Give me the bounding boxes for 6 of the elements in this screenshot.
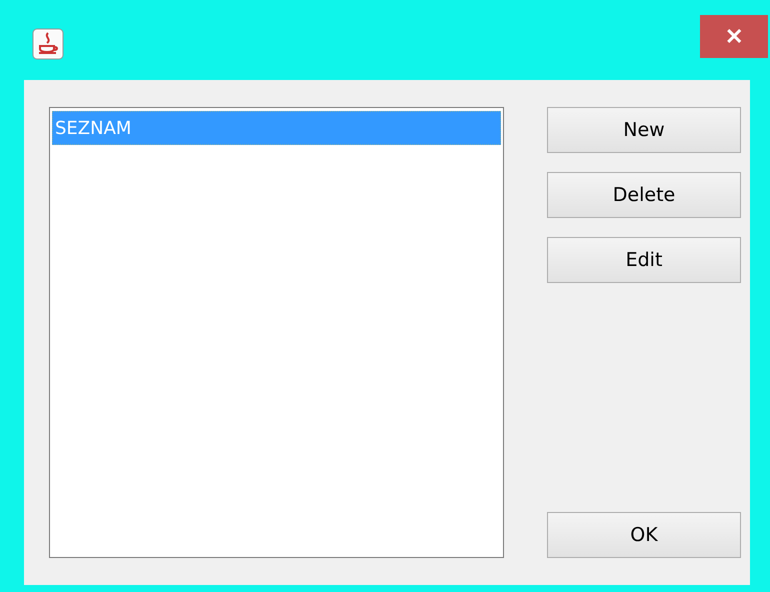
dialog-button[interactable]: New [547, 107, 741, 153]
dialog-button[interactable]: Delete [547, 172, 741, 218]
close-button[interactable]: ✕ [700, 15, 768, 58]
dialog-button[interactable]: OK [547, 512, 741, 558]
cup-icon [32, 28, 64, 60]
dialog-button[interactable]: Edit [547, 237, 741, 283]
